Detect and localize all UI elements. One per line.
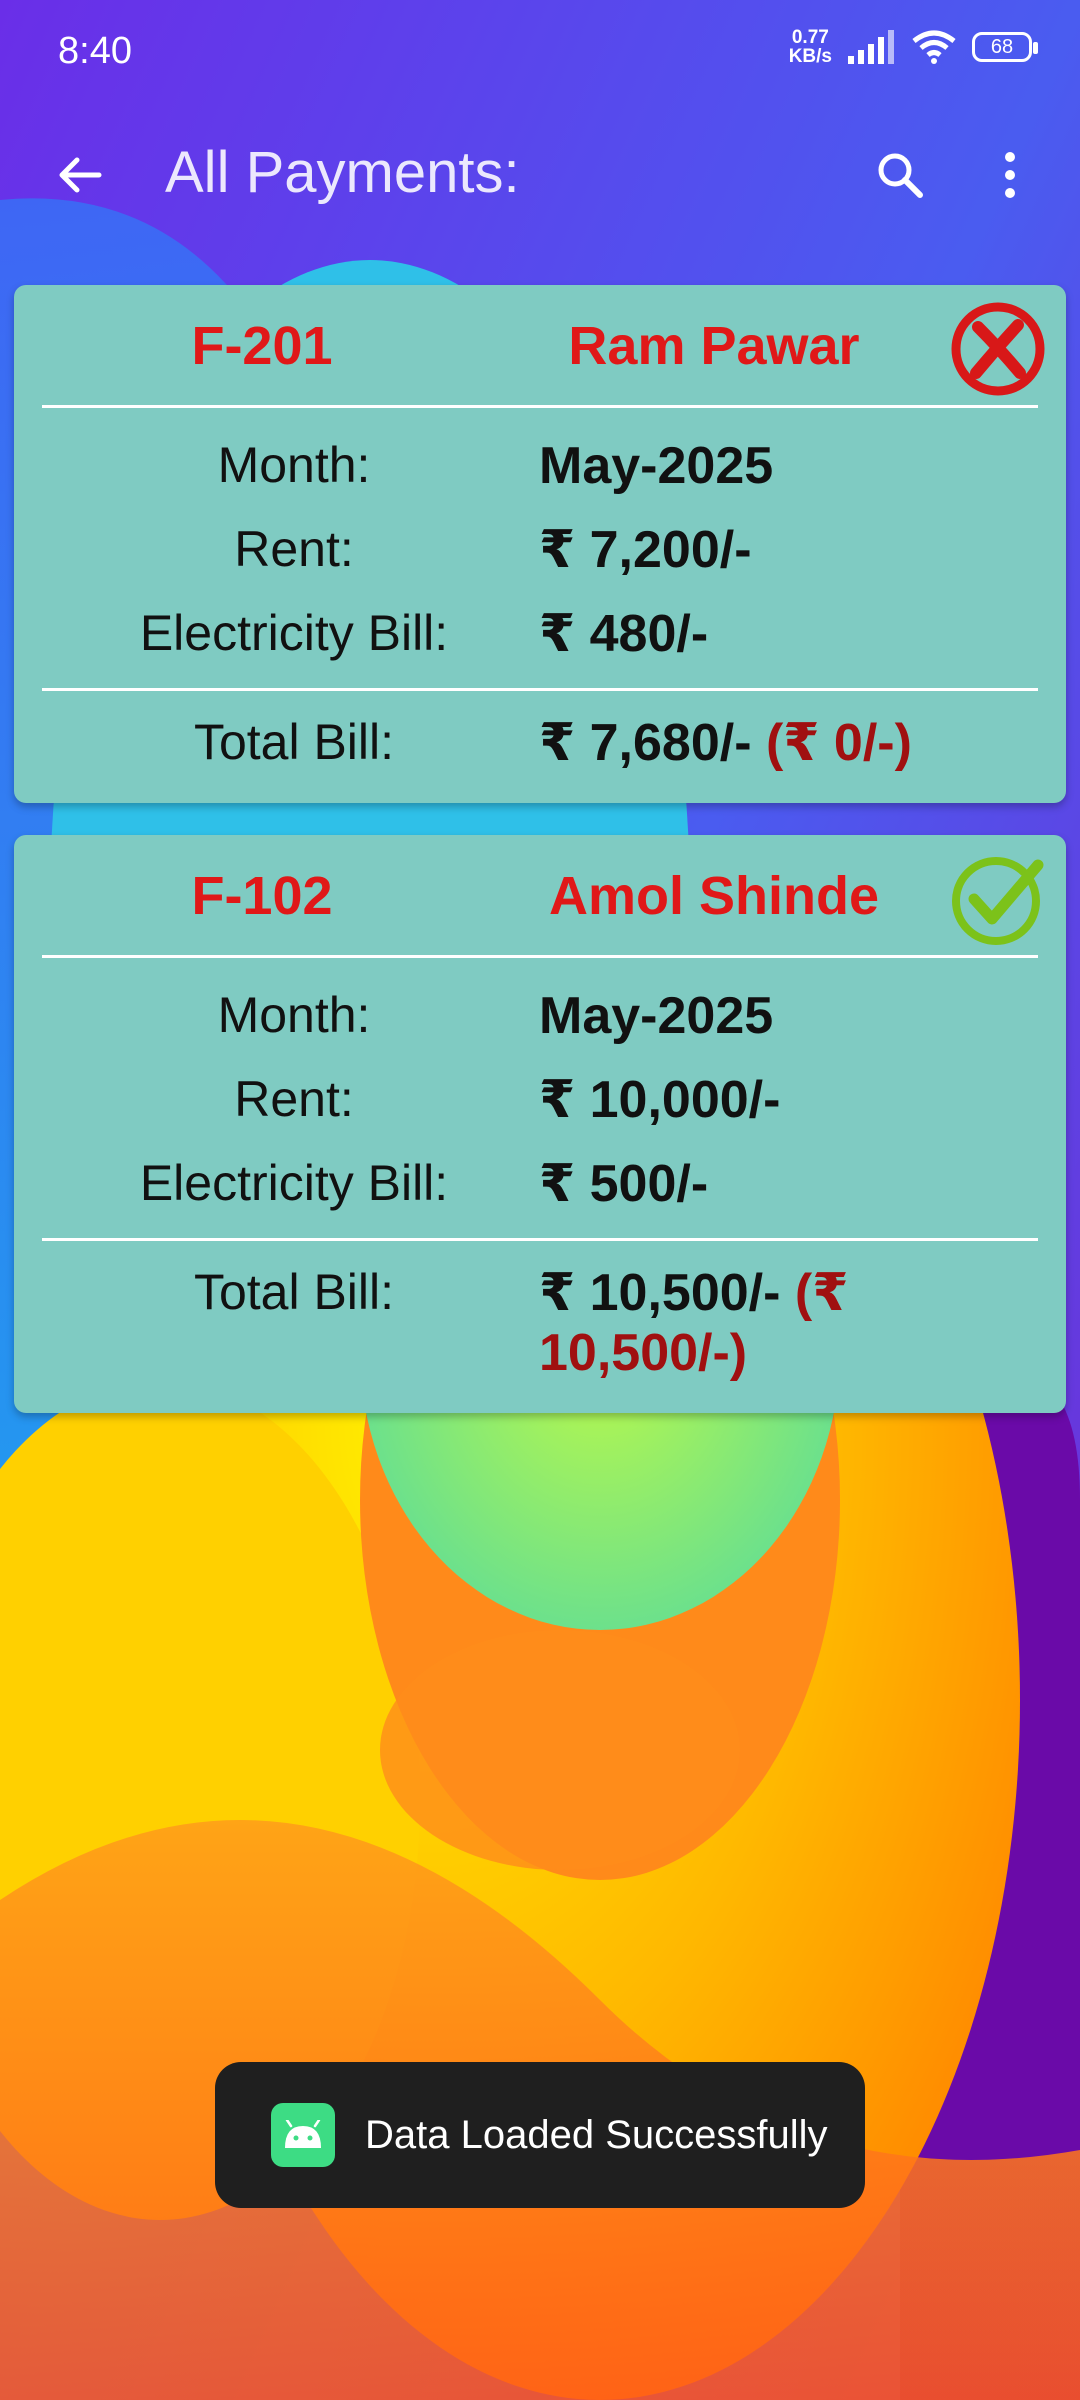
- search-icon: [878, 153, 923, 198]
- total-amount: ₹ 10,500/-: [539, 1264, 781, 1322]
- total-value: ₹ 10,500/- (₹ 10,500/-): [539, 1241, 959, 1413]
- month-row: Month: May-2025: [14, 970, 1066, 1054]
- month-label: Month:: [217, 437, 371, 493]
- status-bar: 8:40 0.77 KB/s 68: [0, 0, 1080, 105]
- battery-icon: 68: [972, 32, 1038, 62]
- rent-label: Rent:: [234, 521, 354, 577]
- net-speed: 0.77 KB/s: [788, 27, 832, 67]
- tenant-name: Amol Shinde: [548, 866, 879, 926]
- total-row: Total Bill: ₹ 10,500/- (₹ 10,500/-): [14, 1241, 1066, 1413]
- more-vert-icon: [1005, 152, 1015, 198]
- electricity-value: ₹ 480/-: [539, 605, 709, 663]
- rent-value: ₹ 10,000/-: [539, 1071, 781, 1129]
- rent-value: ₹ 7,200/-: [539, 521, 752, 579]
- back-button[interactable]: [40, 135, 120, 215]
- rent-row: Rent: ₹ 7,200/-: [14, 504, 1066, 588]
- toast-text: Data Loaded Successfully: [365, 2112, 828, 2157]
- android-app-icon: [271, 2103, 335, 2167]
- status-icons: 0.77 KB/s 68: [788, 27, 1038, 67]
- flat-number: F-102: [191, 866, 333, 926]
- flat-number: F-201: [191, 316, 333, 376]
- total-row: Total Bill: ₹ 7,680/- (₹ 0/-): [14, 691, 1066, 803]
- electricity-row: Electricity Bill: ₹ 480/-: [14, 588, 1066, 672]
- total-label: Total Bill:: [193, 714, 395, 770]
- payment-card[interactable]: F-102 Amol Shinde Month: May-2025 Rent: …: [14, 835, 1066, 1413]
- total-amount: ₹ 7,680/-: [539, 714, 752, 772]
- month-row: Month: May-2025: [14, 420, 1066, 504]
- paid-check-icon: [952, 857, 1044, 945]
- toast-message: Data Loaded Successfully: [215, 2062, 865, 2208]
- app-toolbar: All Payments:: [0, 105, 1080, 245]
- unpaid-cross-icon: [951, 302, 1045, 396]
- pending-amount: (₹ 0/-): [765, 714, 912, 772]
- rent-row: Rent: ₹ 10,000/-: [14, 1054, 1066, 1138]
- signal-icon: [848, 30, 894, 64]
- rent-label: Rent:: [234, 1071, 354, 1127]
- electricity-row: Electricity Bill: ₹ 500/-: [14, 1138, 1066, 1222]
- total-label: Total Bill:: [193, 1264, 395, 1320]
- electricity-label: Electricity Bill:: [139, 605, 449, 661]
- status-time: 8:40: [58, 30, 132, 72]
- electricity-value: ₹ 500/-: [539, 1155, 709, 1213]
- page-title: All Payments:: [165, 140, 520, 205]
- wifi-icon: [912, 30, 956, 64]
- month-value: May-2025: [539, 987, 774, 1045]
- electricity-label: Electricity Bill:: [139, 1155, 449, 1211]
- more-options-button[interactable]: [980, 135, 1040, 215]
- total-value: ₹ 7,680/- (₹ 0/-): [539, 691, 959, 803]
- month-value: May-2025: [539, 437, 774, 495]
- month-label: Month:: [217, 987, 371, 1043]
- payment-card[interactable]: F-201 Ram Pawar Month: May-2025 Rent: ₹ …: [14, 285, 1066, 803]
- arrow-back-icon: [59, 157, 102, 193]
- tenant-name: Ram Pawar: [568, 316, 860, 376]
- search-button[interactable]: [860, 135, 940, 215]
